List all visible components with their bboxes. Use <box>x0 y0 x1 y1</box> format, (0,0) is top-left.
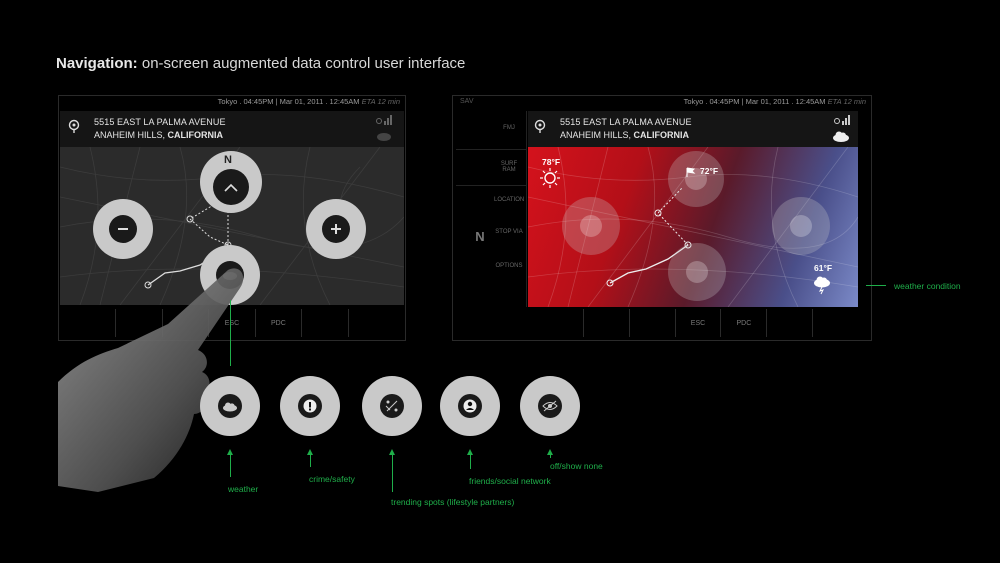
arrow-line-crime <box>310 455 311 467</box>
layer-friends-button[interactable] <box>440 376 500 436</box>
side-item-location[interactable]: LOCATION <box>494 197 524 203</box>
zoom-out-button[interactable] <box>93 199 153 259</box>
location-pin-icon <box>534 119 546 133</box>
trending-icon <box>385 400 398 412</box>
temp-top: 72°F <box>700 166 719 176</box>
person-icon <box>463 399 477 413</box>
layer-weather-button[interactable] <box>200 376 260 436</box>
status-bar: Tokyo . 04:45PM | Mar 01, 2011 . 12:45AM… <box>217 97 400 106</box>
label-off-show-none: off/show none <box>550 461 603 471</box>
eye-off-icon <box>542 400 558 412</box>
zoom-in-button[interactable] <box>306 199 366 259</box>
toolbar-pdc[interactable]: PDC <box>720 309 766 337</box>
toolbar-mirror[interactable] <box>301 309 347 337</box>
signal-icon <box>376 115 392 125</box>
toolbar-seat-heat-right[interactable] <box>812 309 858 337</box>
address-city: ANAHEIM HILLS, CALIFORNIA <box>94 130 224 140</box>
toolbar-defrost-front[interactable] <box>628 309 675 337</box>
weather-status-icon <box>377 133 391 141</box>
cloud-status-icon <box>833 131 849 142</box>
toolbar-esc[interactable]: ESC <box>674 309 721 337</box>
layer-trending-spots-button[interactable] <box>362 376 422 436</box>
label-weather: weather <box>228 484 259 494</box>
zoom-in-button-dimmed[interactable] <box>772 197 830 255</box>
layer-button-dimmed[interactable] <box>668 243 726 301</box>
location-pin-icon <box>68 119 80 133</box>
toolbar-seat-heat-left[interactable] <box>538 309 583 337</box>
side-menu: FMJ SURF RAM LOCATION N STOP VIA OPTIONS <box>456 111 527 307</box>
status-bar: Tokyo . 04:45PM | Mar 01, 2011 . 12:45AM… <box>683 97 866 106</box>
arrow-line-weather <box>230 455 231 477</box>
temp-left: 78°F <box>542 157 561 167</box>
bottom-toolbar: ESC PDC <box>538 309 858 337</box>
arrow-line-off <box>550 455 551 458</box>
side-item-options[interactable]: OPTIONS <box>494 263 524 269</box>
arrow-line-trending <box>392 455 393 492</box>
address-bar: 5515 EAST LA PALMA AVENUE ANAHEIM HILLS,… <box>528 111 858 147</box>
layer-crime-safety-button[interactable] <box>280 376 340 436</box>
side-item-stop-via[interactable]: STOP VIA <box>494 229 524 235</box>
storm-cloud-icon <box>814 276 830 295</box>
minus-icon <box>118 228 128 230</box>
label-trending-spots: trending spots (lifestyle partners) <box>391 497 515 507</box>
slide-title: Navigation: on-screen augmented data con… <box>56 55 466 72</box>
side-item-surf-ram[interactable]: SURF RAM <box>494 161 524 173</box>
address-street: 5515 EAST LA PALMA AVENUE <box>94 117 226 127</box>
plus-icon <box>331 224 341 234</box>
zoom-out-button-dimmed[interactable] <box>562 197 620 255</box>
signal-icon <box>834 115 850 125</box>
annotation-line <box>866 285 886 286</box>
compass-button-dimmed[interactable] <box>668 151 724 207</box>
connector-line <box>230 300 231 366</box>
annotation-weather-condition: weather condition <box>894 281 961 291</box>
nav-screen-weather: SAV Tokyo . 04:45PM | Mar 01, 2011 . 12:… <box>452 95 872 341</box>
label-crime-safety: crime/safety <box>309 474 355 484</box>
exclamation-icon <box>303 399 317 413</box>
flag-icon <box>686 167 696 177</box>
left-status: SAV <box>460 98 474 105</box>
toolbar-mirror[interactable] <box>766 309 812 337</box>
label-friends-social: friends/social network <box>469 476 551 486</box>
address-bar: 5515 EAST LA PALMA AVENUE ANAHEIM HILLS,… <box>60 111 404 147</box>
chevron-up-icon <box>224 183 238 192</box>
toolbar-defrost-rear[interactable] <box>582 309 629 337</box>
side-compass[interactable]: N <box>470 229 490 244</box>
sun-icon <box>540 168 560 188</box>
layer-off-button[interactable] <box>520 376 580 436</box>
cloud-icon <box>223 402 237 411</box>
compass-north-label: N <box>224 154 232 166</box>
toolbar-seat-heat-right[interactable] <box>347 309 394 337</box>
address-city: ANAHEIM HILLS, CALIFORNIA <box>560 130 690 140</box>
temp-right: 61°F <box>814 263 833 273</box>
address-street: 5515 EAST LA PALMA AVENUE <box>560 117 692 127</box>
side-item-fmj[interactable]: FMJ <box>494 125 524 131</box>
arrow-line-friends <box>470 455 471 469</box>
